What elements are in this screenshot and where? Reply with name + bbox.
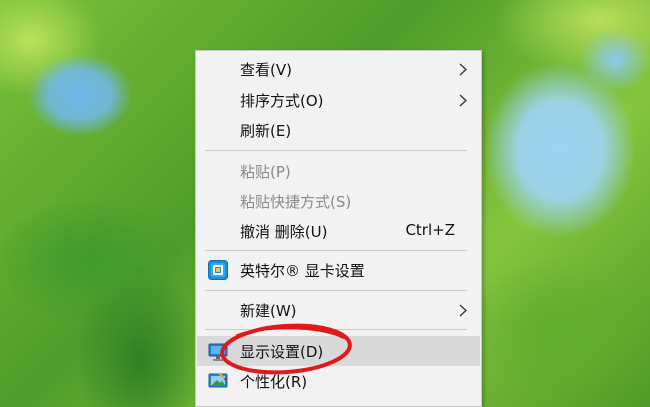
menu-item-personalize[interactable]: 个性化(R)	[197, 366, 480, 396]
display-settings-icon	[208, 343, 228, 361]
menu-item-undo-delete[interactable]: 撤消 删除(U) Ctrl+Z	[197, 216, 480, 246]
menu-item-label: 排序方式(O)	[240, 92, 324, 110]
menu-item-refresh[interactable]: 刷新(E)	[197, 115, 480, 145]
menu-item-intel-graphics-settings[interactable]: 英特尔® 显卡设置	[197, 255, 480, 285]
desktop-context-menu: 查看(V) 排序方式(O) 刷新(E) 粘贴(P) 粘贴快捷方式(S) 撤消 删…	[195, 50, 482, 407]
menu-separator	[205, 329, 467, 330]
menu-item-label: 刷新(E)	[240, 122, 292, 140]
menu-item-label: 新建(W)	[240, 302, 297, 320]
menu-item-paste: 粘贴(P)	[197, 156, 480, 186]
menu-item-display-settings[interactable]: 显示设置(D)	[197, 336, 480, 366]
menu-item-paste-shortcut: 粘贴快捷方式(S)	[197, 186, 480, 216]
menu-separator	[205, 150, 467, 151]
menu-item-label: 英特尔® 显卡设置	[240, 262, 365, 280]
chevron-right-icon	[459, 304, 467, 317]
chevron-right-icon	[459, 94, 467, 107]
menu-item-label: 查看(V)	[240, 61, 292, 79]
intel-graphics-icon	[208, 260, 228, 280]
menu-item-sort-by[interactable]: 排序方式(O)	[197, 85, 480, 115]
menu-item-label: 粘贴快捷方式(S)	[240, 193, 352, 211]
menu-item-label: 粘贴(P)	[240, 163, 291, 181]
personalize-icon	[208, 372, 228, 388]
chevron-right-icon	[459, 63, 467, 76]
menu-separator	[205, 250, 467, 251]
menu-item-label: 显示设置(D)	[240, 343, 324, 361]
menu-item-new[interactable]: 新建(W)	[197, 295, 480, 325]
menu-item-view[interactable]: 查看(V)	[197, 54, 480, 84]
menu-item-label: 个性化(R)	[240, 373, 308, 391]
menu-item-shortcut: Ctrl+Z	[405, 221, 455, 239]
menu-item-label: 撤消 删除(U)	[240, 223, 328, 241]
menu-separator	[205, 290, 467, 291]
